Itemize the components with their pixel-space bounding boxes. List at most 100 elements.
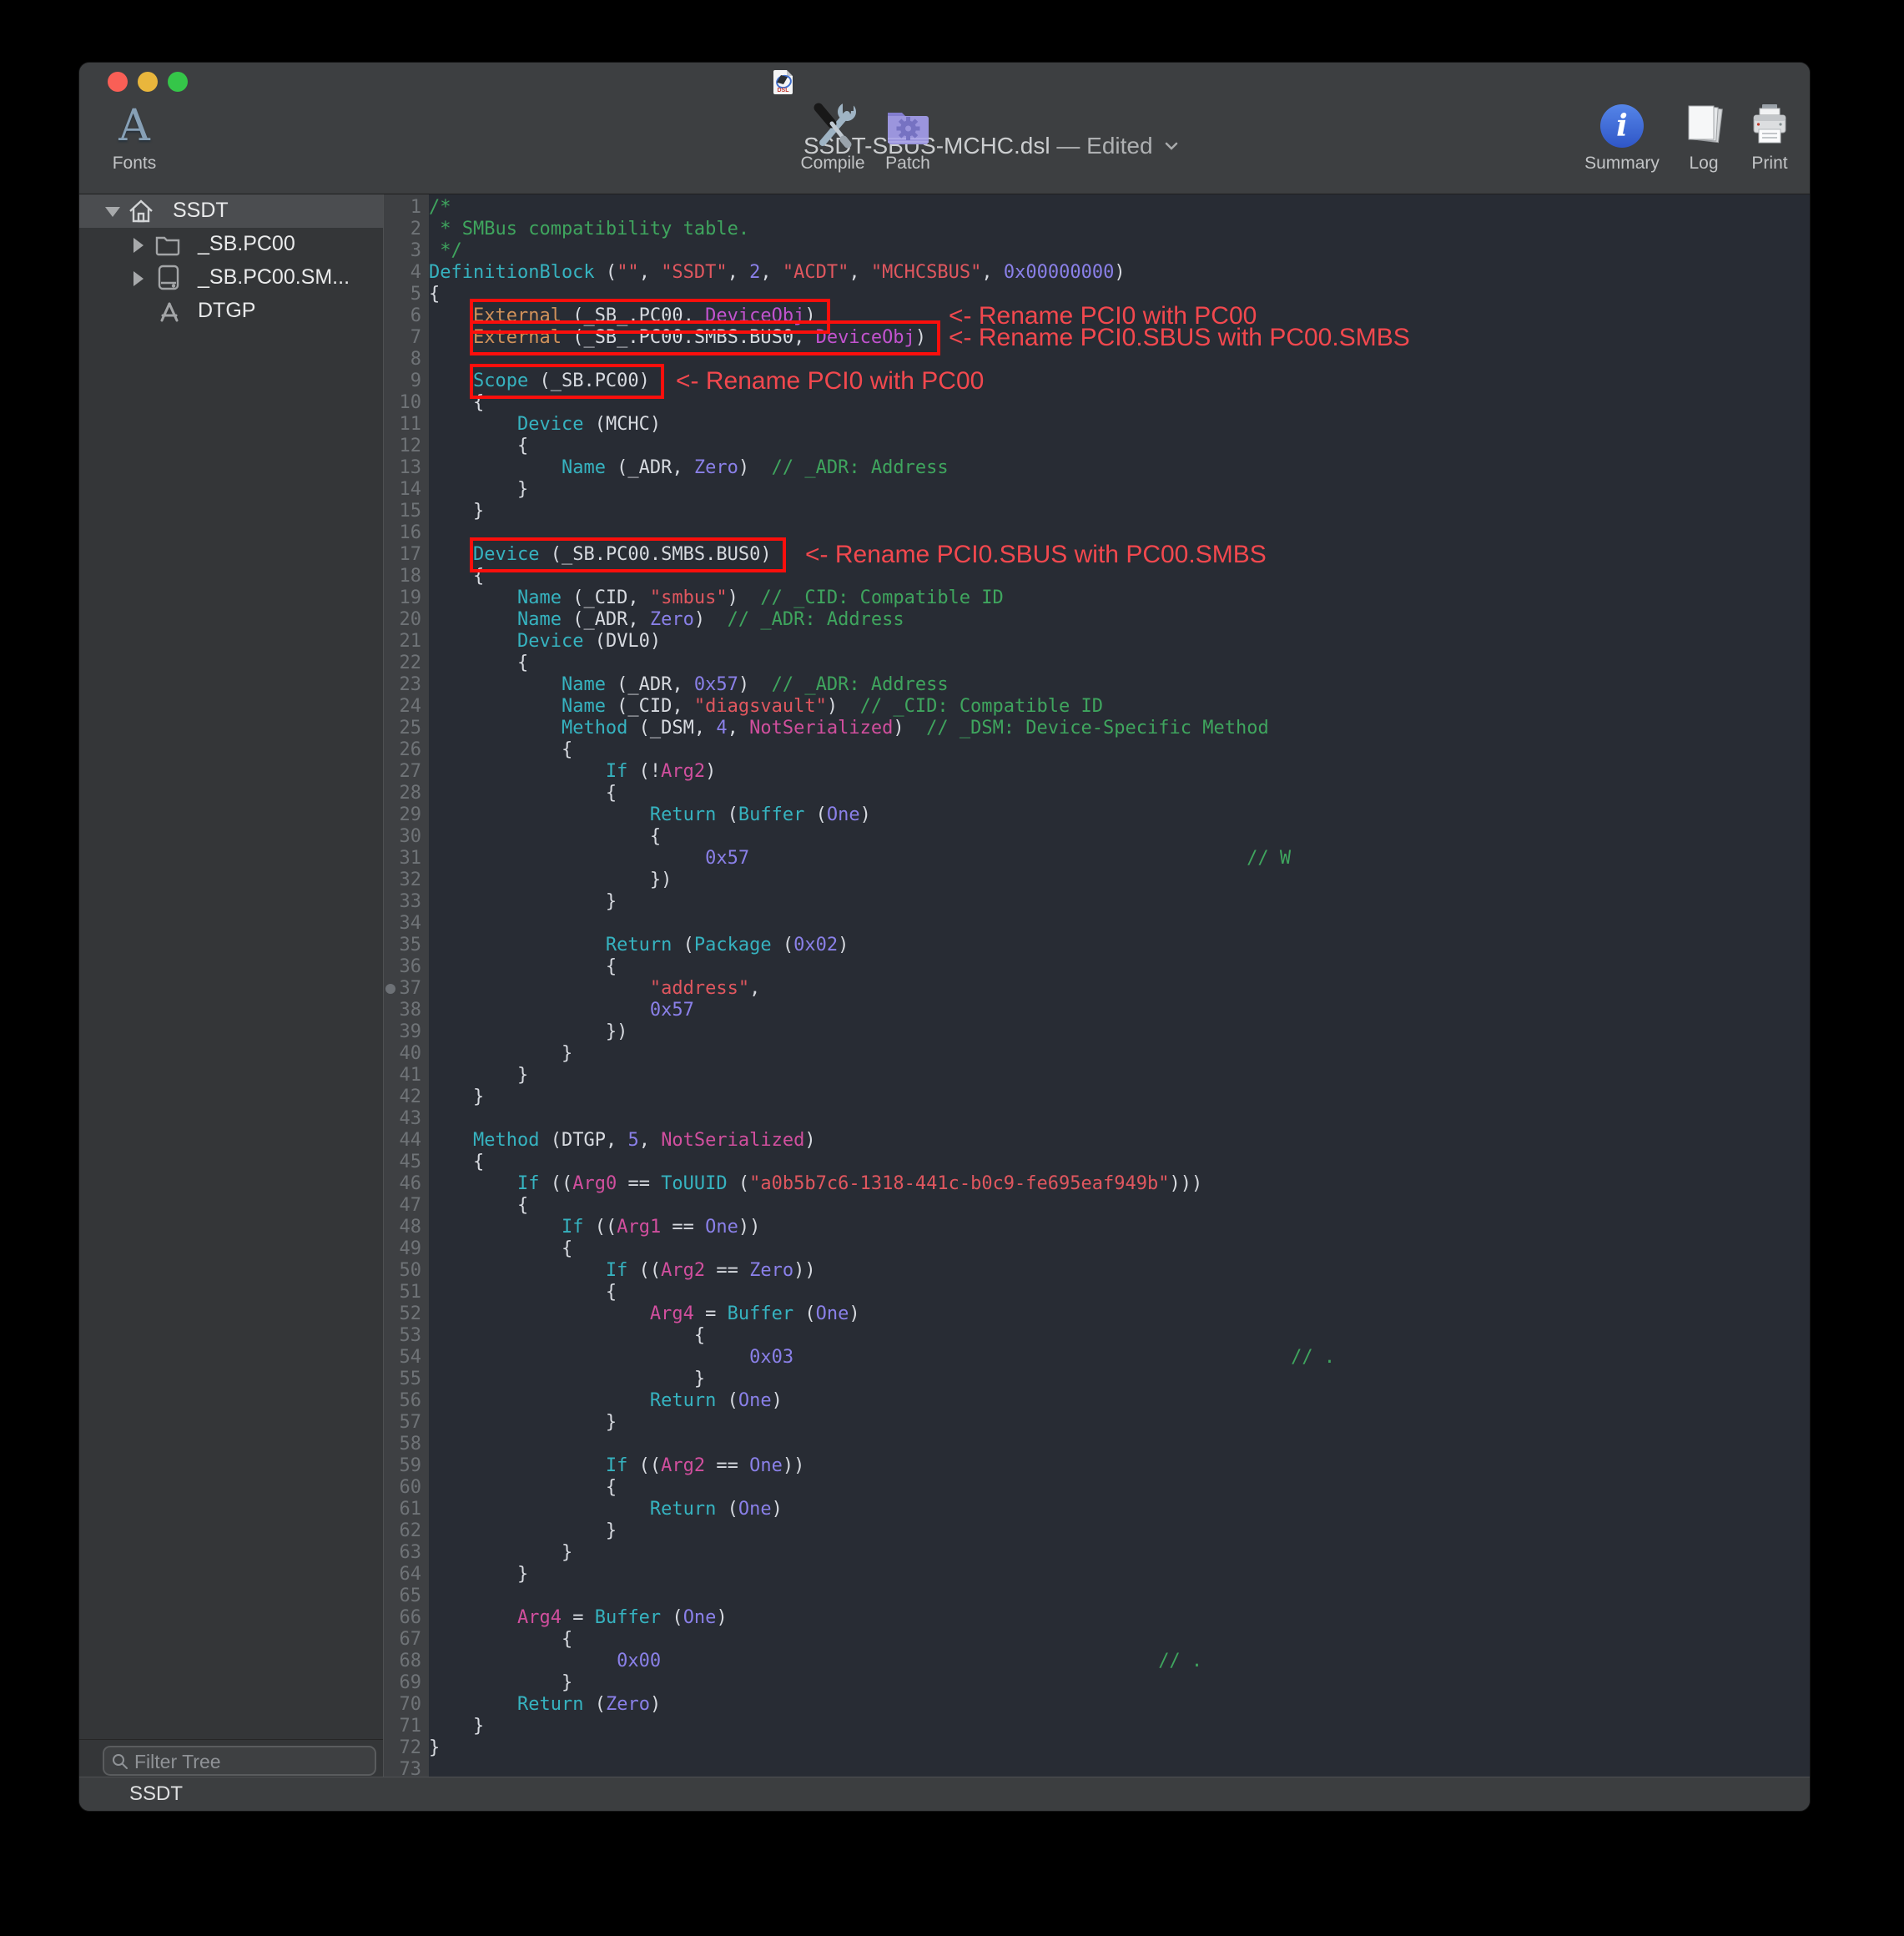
code-line: "address",	[429, 978, 1810, 1000]
filter-tree-field[interactable]	[103, 1746, 376, 1776]
line-number: 58	[384, 1434, 429, 1455]
minimize-button[interactable]	[138, 72, 158, 92]
line-number: 71	[384, 1716, 429, 1737]
sidebar-item-label: _SB.PC00	[198, 232, 295, 256]
code-line	[429, 1759, 1810, 1777]
line-number: 40	[384, 1043, 429, 1065]
code-line: {	[429, 739, 1810, 761]
sidebar-item-ssdt[interactable]: SSDT	[79, 194, 383, 228]
code-line: Arg4 = Buffer (One)	[429, 1607, 1810, 1629]
line-number: 73	[384, 1759, 429, 1777]
line-number: 61	[384, 1499, 429, 1520]
line-number: 10	[384, 392, 429, 414]
code-line: }	[429, 1369, 1810, 1390]
code-line: Name (_CID, "diagsvault") // _CID: Compa…	[429, 696, 1810, 718]
code-line: {	[429, 436, 1810, 457]
code-line	[429, 522, 1810, 544]
line-number: 44	[384, 1130, 429, 1152]
line-number: 5	[384, 284, 429, 305]
code-line: Name (_ADR, 0x57) // _ADR: Address	[429, 674, 1810, 696]
line-number: 25	[384, 718, 429, 739]
code-line: Return (One)	[429, 1499, 1810, 1520]
disclosure-closed-icon[interactable]	[133, 271, 144, 286]
code-editor[interactable]: 1234567891011121314151617181920212223242…	[384, 194, 1810, 1777]
tree-panel: SSDT _SB.PC00	[79, 194, 383, 1740]
code-line: {	[429, 392, 1810, 414]
code-line: * SMBus compatibility table.	[429, 219, 1810, 240]
line-number: 31	[384, 848, 429, 870]
line-number: 4	[384, 262, 429, 284]
code-line: Name (_CID, "smbus") // _CID: Compatible…	[429, 587, 1810, 609]
code-line: }	[429, 1043, 1810, 1065]
patch-icon	[858, 102, 958, 150]
sidebar-item-sb-pc00-sm[interactable]: _SB.PC00.SM...	[79, 261, 383, 295]
disclosure-open-icon[interactable]	[105, 207, 120, 217]
line-number: 70	[384, 1694, 429, 1716]
filter-tree-input[interactable]	[133, 1748, 370, 1775]
print-button[interactable]: Print	[1720, 102, 1810, 174]
code-line: }	[429, 479, 1810, 501]
sidebar-item-label: _SB.PC00.SM...	[198, 265, 350, 290]
code-line: Scope (_SB.PC00)	[429, 371, 1810, 392]
code-line: Device (MCHC)	[429, 414, 1810, 436]
line-number: 68	[384, 1651, 429, 1672]
line-number: 20	[384, 609, 429, 631]
code-line: {	[429, 653, 1810, 674]
code-line: }	[429, 1564, 1810, 1586]
code-line: 0x57	[429, 1000, 1810, 1021]
line-number: 57	[384, 1412, 429, 1434]
close-button[interactable]	[108, 72, 128, 92]
line-number: 50	[384, 1260, 429, 1282]
code-line: {	[429, 826, 1810, 848]
sidebar-item-sb-pc00[interactable]: _SB.PC00	[79, 228, 383, 261]
line-number: 64	[384, 1564, 429, 1586]
line-number: 66	[384, 1607, 429, 1629]
line-number: 14	[384, 479, 429, 501]
gutter: 1234567891011121314151617181920212223242…	[384, 194, 429, 1777]
line-number: 63	[384, 1542, 429, 1564]
code-line: }	[429, 1520, 1810, 1542]
line-number: 9	[384, 371, 429, 392]
sidebar-item-dtgp[interactable]: DTGP	[79, 295, 383, 328]
code-line	[429, 1586, 1810, 1607]
sidebar: SSDT _SB.PC00	[79, 194, 384, 1777]
fonts-button[interactable]: A Fonts	[84, 102, 184, 174]
code-line: Device (DVL0)	[429, 631, 1810, 653]
line-number: 19	[384, 587, 429, 609]
title-chevron-icon[interactable]	[1164, 141, 1179, 151]
code-line: {	[429, 1282, 1810, 1303]
code-line: }	[429, 1412, 1810, 1434]
line-number: 38	[384, 1000, 429, 1021]
line-number: 53	[384, 1325, 429, 1347]
line-number: 67	[384, 1629, 429, 1651]
code-line: Return (Package (0x02)	[429, 935, 1810, 956]
code-line: Return (One)	[429, 1390, 1810, 1412]
device-icon	[156, 265, 181, 295]
line-number: 36	[384, 956, 429, 978]
method-icon	[156, 298, 183, 329]
line-number: 49	[384, 1238, 429, 1260]
line-number: 56	[384, 1390, 429, 1412]
home-icon	[128, 198, 154, 229]
code-line: }	[429, 1542, 1810, 1564]
code-line: {	[429, 284, 1810, 305]
code-line: {	[429, 783, 1810, 804]
line-number: 37	[384, 978, 429, 1000]
sidebar-item-label: SSDT	[173, 199, 229, 223]
line-number: 69	[384, 1672, 429, 1694]
line-number: 55	[384, 1369, 429, 1390]
line-number: 2	[384, 219, 429, 240]
disclosure-closed-icon[interactable]	[133, 238, 144, 253]
code-line: {	[429, 1195, 1810, 1217]
window-title-edited: — Edited	[1050, 133, 1153, 159]
line-number: 7	[384, 327, 429, 349]
line-number: 41	[384, 1065, 429, 1086]
patch-button[interactable]: Patch	[858, 102, 958, 174]
line-number: 22	[384, 653, 429, 674]
zoom-button[interactable]	[168, 72, 188, 92]
line-number: 65	[384, 1586, 429, 1607]
line-number: 27	[384, 761, 429, 783]
code-line: If (!Arg2)	[429, 761, 1810, 783]
line-number: 33	[384, 891, 429, 913]
search-icon	[112, 1753, 128, 1770]
